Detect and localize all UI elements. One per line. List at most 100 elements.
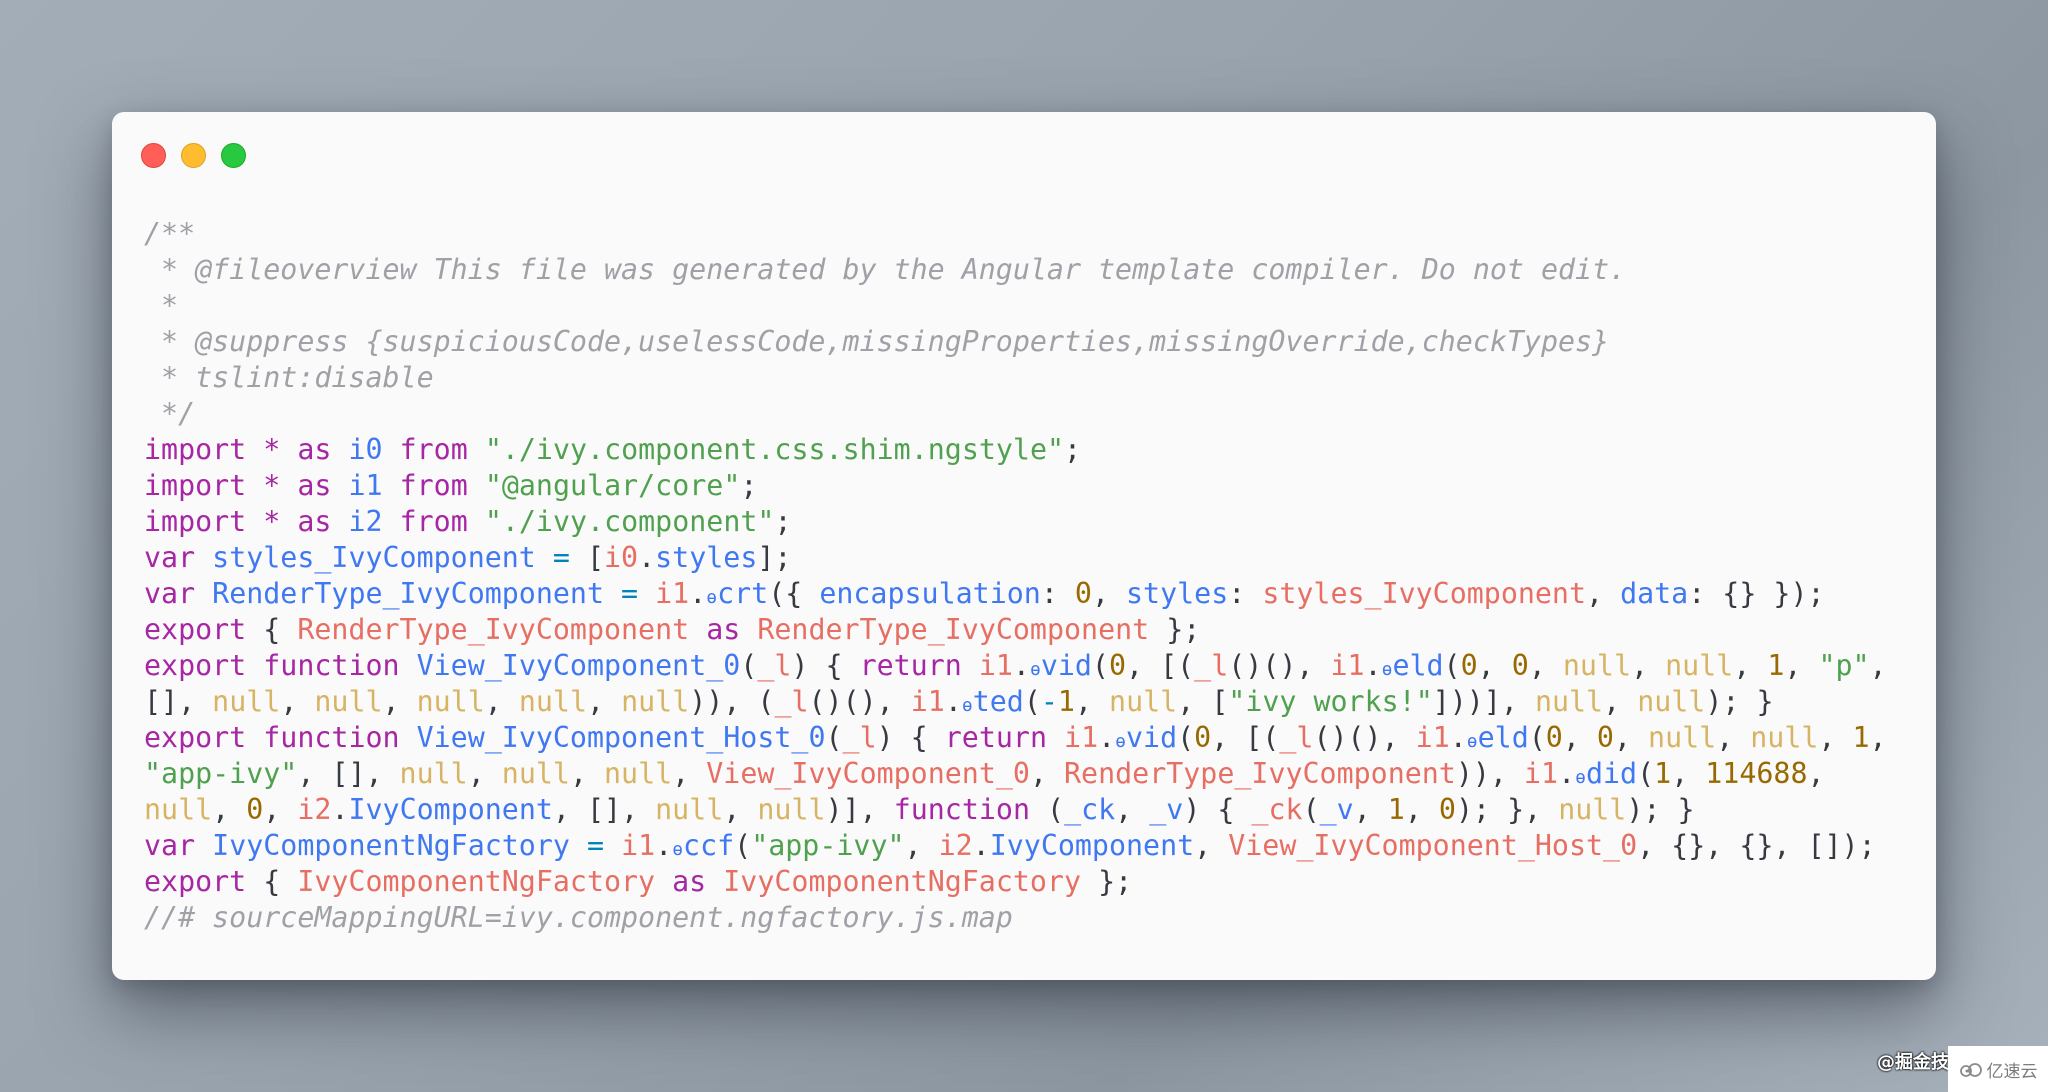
code-token-comment: * @fileoverview This file was generated … bbox=[144, 253, 1627, 286]
code-token-punct: , bbox=[1586, 577, 1621, 610]
code-token-punct bbox=[604, 829, 621, 862]
code-token-punct: ( bbox=[740, 649, 758, 682]
code-token-keyword: import bbox=[144, 469, 247, 502]
code-token-keyword: function bbox=[263, 721, 400, 754]
code-line: /** bbox=[144, 216, 1887, 252]
code-token-punct bbox=[246, 721, 263, 754]
code-token-punct bbox=[280, 469, 297, 502]
code-token-punct: , bbox=[1631, 649, 1666, 682]
code-token-var: _l bbox=[1279, 721, 1314, 754]
code-line: export function View_IvyComponent_Host_0… bbox=[144, 720, 1887, 756]
juejin-watermark: @掘金技 bbox=[1877, 1052, 1949, 1073]
code-window: /** * @fileoverview This file was genera… bbox=[112, 112, 1936, 980]
code-token-keyword: from bbox=[399, 469, 468, 502]
code-token-punct: . bbox=[1558, 757, 1576, 790]
code-token-var: i1 bbox=[910, 685, 945, 718]
code-token-punct: : {} }); bbox=[1688, 577, 1825, 610]
code-token-keyword: var bbox=[144, 577, 196, 610]
code-token-number: 1 bbox=[1654, 757, 1672, 790]
maximize-window-button[interactable] bbox=[221, 143, 246, 168]
code-token-punct: ) { bbox=[1183, 793, 1252, 826]
code-token-punct: ); }, bbox=[1455, 793, 1559, 826]
code-token-string: "@angular/core" bbox=[484, 469, 741, 502]
code-token-punct: ( bbox=[1029, 793, 1065, 826]
code-token-number: 1 bbox=[1767, 649, 1785, 682]
code-token-null: null bbox=[1750, 721, 1819, 754]
code-line: import * as i0 from "./ivy.component.css… bbox=[144, 432, 1887, 468]
code-token-var: IvyComponentNgFactory bbox=[297, 865, 656, 898]
code-token-keyword: function bbox=[893, 793, 1030, 826]
code-token-ident: _v bbox=[1319, 793, 1354, 826]
code-token-punct: , bbox=[1562, 721, 1597, 754]
code-token-op: = bbox=[621, 577, 639, 610]
yisu-watermark: 亿速云 bbox=[1948, 1046, 2048, 1092]
code-token-theta: ɵ bbox=[961, 695, 973, 716]
code-token-punct: : bbox=[1040, 577, 1075, 610]
code-token-punct bbox=[246, 505, 263, 538]
code-token-punct: , bbox=[1869, 721, 1887, 754]
code-token-punct bbox=[246, 433, 263, 466]
code-token-number: 114688 bbox=[1705, 757, 1808, 790]
code-line: * @suppress {suspiciousCode,uselessCode,… bbox=[144, 324, 1887, 360]
code-token-null: null bbox=[655, 793, 724, 826]
code-token-var: RenderType_IvyComponent bbox=[297, 613, 690, 646]
code-token-ident: crt bbox=[717, 577, 769, 610]
code-token-ident: _v bbox=[1149, 793, 1184, 826]
code-token-comment: * bbox=[144, 289, 179, 322]
code-token-punct bbox=[331, 469, 348, 502]
code-token-punct: , bbox=[1716, 721, 1751, 754]
code-token-punct: , {}, {}, []); bbox=[1637, 829, 1876, 862]
code-token-punct: ()(), bbox=[808, 685, 911, 718]
code-token-punct: : bbox=[1228, 577, 1263, 610]
code-token-punct: . bbox=[331, 793, 349, 826]
code-token-punct bbox=[246, 649, 263, 682]
code-token-punct: . bbox=[972, 829, 990, 862]
code-token-string: "ivy works!" bbox=[1228, 685, 1433, 718]
code-token-null: null bbox=[501, 757, 570, 790]
code-token-punct: . bbox=[689, 577, 707, 610]
close-window-button[interactable] bbox=[141, 143, 166, 168]
code-token-punct: ( bbox=[734, 829, 752, 862]
code-token-var: _l bbox=[1194, 649, 1229, 682]
code-token-ident: did bbox=[1585, 757, 1638, 790]
code-token-null: null bbox=[1648, 721, 1717, 754]
code-token-number: 0 bbox=[1074, 577, 1092, 610]
code-token-punct: , [( bbox=[1126, 649, 1195, 682]
code-token-number: 0 bbox=[1460, 649, 1478, 682]
code-token-punct: , bbox=[1091, 577, 1127, 610]
code-token-punct: ()(), bbox=[1228, 649, 1331, 682]
code-token-ident: i0 bbox=[348, 433, 383, 466]
code-token-keyword: * bbox=[263, 505, 281, 538]
code-token-punct bbox=[655, 865, 672, 898]
code-token-punct bbox=[246, 469, 263, 502]
code-token-var: i2 bbox=[938, 829, 973, 862]
window-controls bbox=[141, 143, 246, 168]
code-line: * @fileoverview This file was generated … bbox=[144, 252, 1887, 288]
minimize-window-button[interactable] bbox=[181, 143, 206, 168]
code-token-var: i2 bbox=[297, 793, 332, 826]
code-token-punct: , bbox=[212, 793, 247, 826]
code-token-string: "app-ivy" bbox=[144, 757, 298, 790]
code-token-punct: ()(), bbox=[1313, 721, 1416, 754]
code-token-ident: ccf bbox=[683, 829, 735, 862]
code-token-ident: vid bbox=[1040, 649, 1092, 682]
code-token-punct bbox=[468, 505, 485, 538]
code-token-punct bbox=[689, 613, 706, 646]
code-token-punct: )), bbox=[1455, 757, 1525, 790]
code-token-punct: ( bbox=[825, 721, 843, 754]
code-token-punct: , bbox=[280, 685, 315, 718]
code-token-ident: IvyComponent bbox=[348, 793, 553, 826]
code-token-number: 1 bbox=[1387, 793, 1405, 826]
code-line: export { IvyComponentNgFactory as IvyCom… bbox=[144, 864, 1887, 900]
code-token-punct: , bbox=[1404, 793, 1439, 826]
code-token-var: _l bbox=[842, 721, 877, 754]
code-token-punct: { bbox=[246, 865, 298, 898]
code-line: * tslint:disable bbox=[144, 360, 1887, 396]
code-token-punct: ( bbox=[1637, 757, 1655, 790]
code-token-keyword: return bbox=[944, 721, 1047, 754]
code-token-punct: ( bbox=[1443, 649, 1461, 682]
code-token-keyword: export bbox=[144, 721, 247, 754]
code-token-ident: encapsulation bbox=[819, 577, 1041, 610]
code-token-ident: View_IvyComponent_Host_0 bbox=[416, 721, 826, 754]
code-line: var styles_IvyComponent = [i0.styles]; bbox=[144, 540, 1887, 576]
